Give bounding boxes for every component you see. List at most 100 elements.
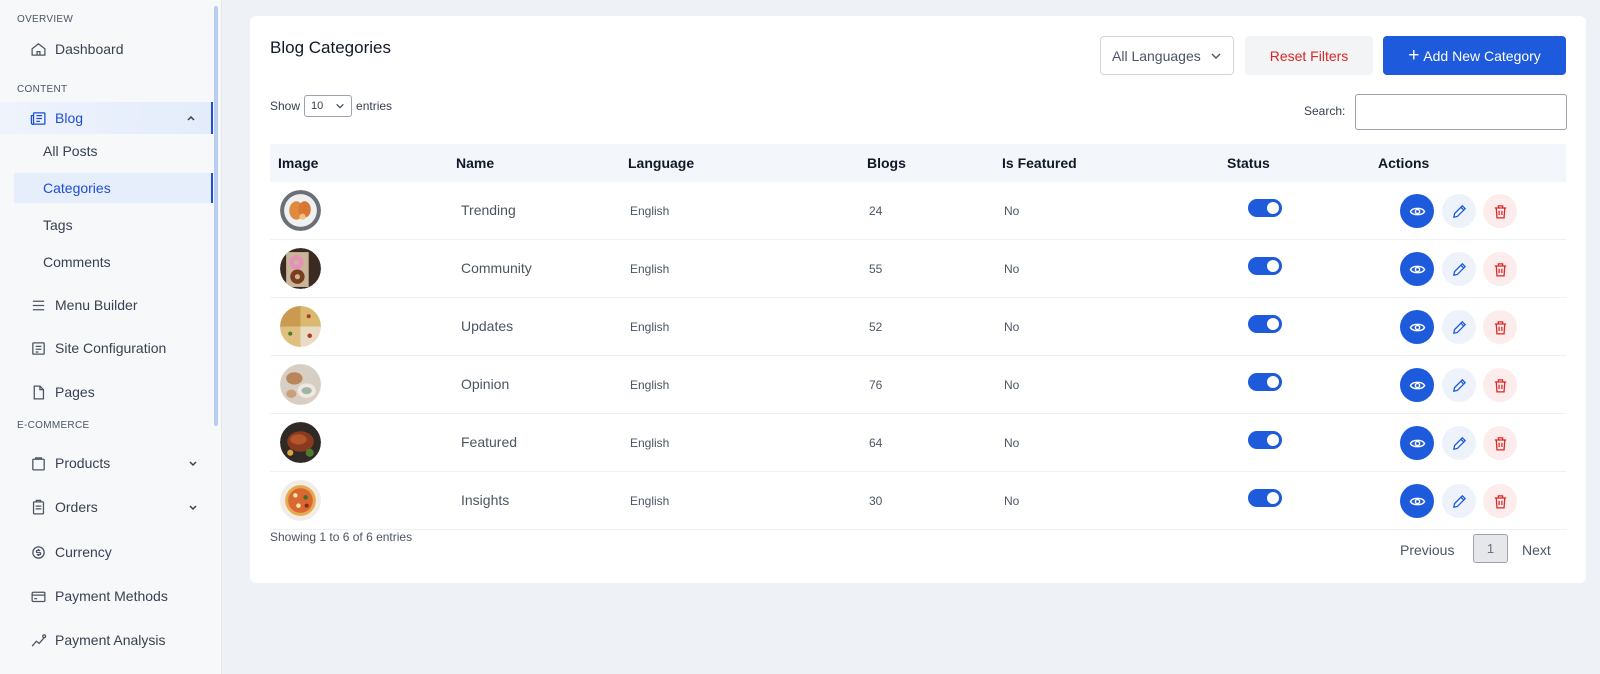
pagination-next[interactable]: Next [1522, 542, 1551, 558]
eye-icon [1409, 497, 1425, 505]
sidebar-item-label: Payment Methods [55, 588, 168, 604]
menu-icon [30, 297, 47, 314]
add-category-button[interactable]: + Add New Category [1383, 36, 1566, 75]
view-button[interactable] [1400, 252, 1434, 286]
category-blogs: 24 [869, 204, 883, 218]
category-blogs: 76 [869, 378, 883, 392]
show-label: Show [270, 99, 301, 113]
category-blogs: 64 [869, 436, 883, 450]
sidebar-item-pages[interactable]: Pages [0, 376, 213, 408]
category-blogs: 55 [869, 262, 883, 276]
sidebar-scrollbar[interactable] [214, 6, 218, 426]
status-toggle[interactable] [1248, 431, 1282, 449]
sidebar-item-dashboard[interactable]: Dashboard [0, 33, 213, 65]
pencil-icon [1452, 436, 1466, 450]
pencil-icon [1452, 204, 1466, 218]
table-header: Image Name Language Blogs Is Featured St… [270, 144, 1566, 182]
chevron-down-icon [1211, 53, 1221, 59]
delete-button[interactable] [1483, 368, 1517, 402]
entries-select[interactable]: 10 [304, 95, 353, 117]
sidebar-sub-categories[interactable]: Categories [14, 173, 213, 203]
sidebar-item-blog[interactable]: Blog [0, 102, 213, 134]
eye-icon [1409, 323, 1425, 331]
category-language: English [630, 436, 670, 450]
header-status[interactable]: Status [1227, 155, 1270, 171]
search-input[interactable] [1355, 94, 1567, 130]
pagination-previous[interactable]: Previous [1400, 542, 1454, 558]
view-button[interactable] [1400, 368, 1434, 402]
header-actions: Actions [1378, 155, 1430, 171]
view-button[interactable] [1400, 310, 1434, 344]
pencil-icon [1452, 320, 1466, 334]
header-language[interactable]: Language [628, 155, 694, 171]
header-blogs[interactable]: Blogs [867, 155, 906, 171]
header-image[interactable]: Image [278, 155, 318, 171]
delete-button[interactable] [1483, 310, 1517, 344]
category-name: Updates [461, 318, 514, 334]
category-name: Trending [461, 202, 516, 218]
eye-icon [1409, 265, 1425, 273]
pencil-icon [1452, 494, 1466, 508]
status-toggle[interactable] [1248, 315, 1282, 333]
status-toggle[interactable] [1248, 373, 1282, 391]
newspaper-icon [30, 110, 47, 127]
category-name: Community [461, 260, 532, 276]
section-content: CONTENT [17, 84, 68, 95]
entries-label: entries [356, 99, 393, 113]
category-language: English [630, 494, 670, 508]
delete-button[interactable] [1483, 426, 1517, 460]
delete-button[interactable] [1483, 252, 1517, 286]
sidebar-item-site-configuration[interactable]: Site Configuration [0, 332, 213, 364]
language-filter-value: All Languages [1112, 47, 1201, 64]
trash-icon [1494, 378, 1506, 393]
header-is-featured[interactable]: Is Featured [1002, 155, 1077, 171]
entries-length: Show 10 entries [270, 95, 392, 117]
category-language: English [630, 204, 670, 218]
sidebar-item-orders[interactable]: Orders [0, 491, 213, 523]
status-toggle[interactable] [1248, 199, 1282, 217]
category-language: English [630, 320, 670, 334]
view-button[interactable] [1400, 194, 1434, 228]
config-icon [30, 340, 47, 357]
edit-button[interactable] [1442, 252, 1476, 286]
sidebar-item-label: Menu Builder [55, 297, 138, 313]
category-language: English [630, 378, 670, 392]
edit-button[interactable] [1442, 310, 1476, 344]
pencil-icon [1452, 378, 1466, 392]
status-toggle[interactable] [1248, 257, 1282, 275]
eye-icon [1409, 381, 1425, 389]
reset-filters-button[interactable]: Reset Filters [1245, 36, 1373, 75]
header-name[interactable]: Name [456, 155, 494, 171]
sidebar-item-payment-analysis[interactable]: Payment Analysis [0, 624, 213, 656]
sidebar-item-label: Orders [55, 499, 98, 515]
currency-icon [30, 544, 47, 561]
sidebar-item-currency[interactable]: Currency [0, 536, 213, 568]
view-button[interactable] [1400, 426, 1434, 460]
category-blogs: 30 [869, 494, 883, 508]
sidebar-sub-comments[interactable]: Comments [14, 247, 213, 277]
credit-card-icon [30, 588, 47, 605]
sidebar-sub-all-posts[interactable]: All Posts [14, 136, 213, 166]
edit-button[interactable] [1442, 426, 1476, 460]
sidebar-item-payment-methods[interactable]: Payment Methods [0, 580, 213, 612]
table-row: Updates English 52 No [270, 298, 1566, 356]
trash-icon [1494, 436, 1506, 451]
edit-button[interactable] [1442, 368, 1476, 402]
donut-icon [280, 248, 321, 289]
sidebar-item-menu-builder[interactable]: Menu Builder [0, 289, 213, 321]
pagination-page[interactable]: 1 [1473, 534, 1508, 563]
sidebar-sub-tags[interactable]: Tags [14, 210, 213, 240]
table-row: Trending English 24 No [270, 182, 1566, 240]
edit-button[interactable] [1442, 484, 1476, 518]
sidebar-item-label: Pages [55, 384, 95, 400]
delete-button[interactable] [1483, 484, 1517, 518]
sidebar-item-label: Currency [55, 544, 112, 560]
edit-button[interactable] [1442, 194, 1476, 228]
status-toggle[interactable] [1248, 489, 1282, 507]
sidebar-item-products[interactable]: Products [0, 447, 213, 479]
delete-button[interactable] [1483, 194, 1517, 228]
category-featured: No [1004, 262, 1020, 276]
language-filter-select[interactable]: All Languages [1100, 36, 1234, 75]
view-button[interactable] [1400, 484, 1434, 518]
category-blogs: 52 [869, 320, 883, 334]
